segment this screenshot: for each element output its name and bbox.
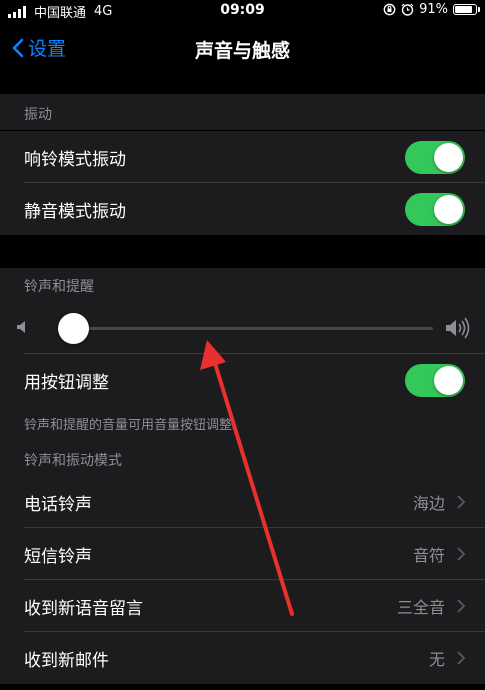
row-ring-vibrate: 响铃模式振动 (0, 131, 485, 183)
navigation-bar: 设置 声音与触感 (0, 22, 485, 74)
section-header-patterns: 铃声和振动模式 (0, 442, 485, 476)
ringer-volume-slider[interactable] (0, 302, 485, 354)
row-new-mail[interactable]: 收到新邮件 无 (0, 632, 485, 684)
toggle-knob (434, 195, 463, 224)
section-footer-ringer: 铃声和提醒的音量可用音量按钮调整。 (0, 406, 485, 442)
chevron-right-icon (457, 495, 465, 509)
row-silent-vibrate: 静音模式振动 (0, 183, 485, 235)
row-change-with-buttons: 用按钮调整 (0, 354, 485, 406)
battery-fill (455, 6, 473, 13)
orientation-lock-icon (383, 3, 396, 16)
settings-content: 振动 响铃模式振动 静音模式振动 铃声和提醒 用按钮调整 铃声和提醒的音量可用音… (0, 74, 485, 690)
battery-icon (453, 4, 480, 15)
alarm-icon (401, 3, 414, 16)
volume-high-icon (446, 317, 470, 339)
battery-percent: 91% (419, 2, 448, 17)
chevron-right-icon (457, 599, 465, 613)
volume-low-icon (17, 321, 25, 333)
silent-vibrate-toggle[interactable] (405, 193, 465, 226)
row-label: 收到新邮件 (24, 650, 109, 671)
page-title: 声音与触感 (194, 40, 290, 62)
section-header-ringer: 铃声和提醒 (0, 268, 485, 302)
row-value: 无 (428, 650, 445, 669)
ring-vibrate-toggle[interactable] (405, 141, 465, 174)
section-header-vibration: 振动 (0, 94, 485, 130)
row-new-voicemail[interactable]: 收到新语音留言 三全音 (0, 580, 485, 632)
row-text-tone[interactable]: 短信铃声 音符 (0, 528, 485, 580)
status-right: 91% (383, 2, 480, 17)
chevron-right-icon (457, 651, 465, 665)
row-value: 音符 (412, 546, 445, 565)
row-value: 海边 (412, 494, 445, 513)
status-bar: 中国联通 4G 09:09 91% (0, 0, 485, 22)
toggle-knob (434, 366, 463, 395)
row-ringtone[interactable]: 电话铃声 海边 (0, 476, 485, 528)
slider-track[interactable] (58, 313, 433, 344)
row-value: 三全音 (396, 598, 445, 617)
chevron-right-icon (457, 547, 465, 561)
change-with-buttons-toggle[interactable] (405, 364, 465, 397)
slider-thumb[interactable] (58, 313, 89, 344)
toggle-knob (434, 143, 463, 172)
